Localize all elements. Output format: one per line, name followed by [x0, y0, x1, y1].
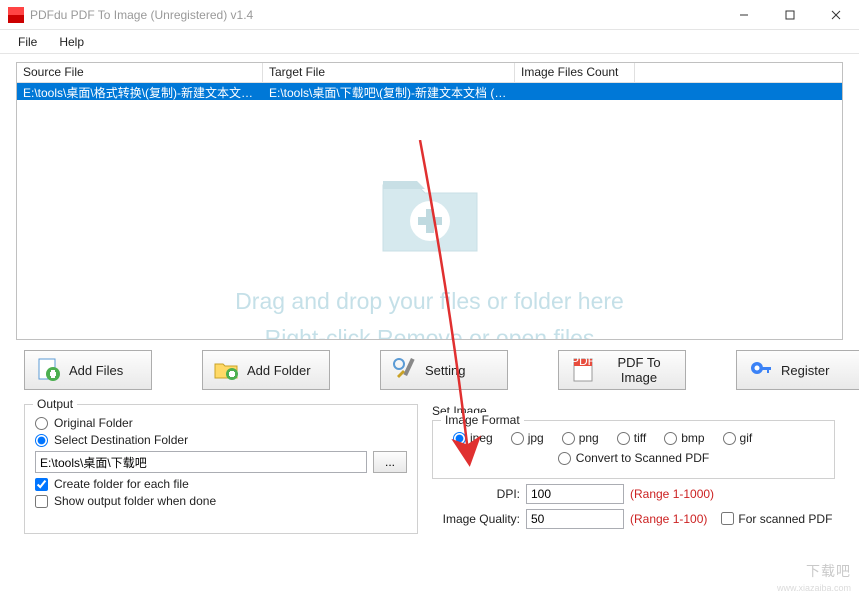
add-folder-icon — [213, 356, 241, 384]
check-for-scanned[interactable]: For scanned PDF — [721, 512, 832, 526]
cell-target: E:\tools\桌面\下载吧\(复制)-新建文本文档 (2... — [263, 83, 515, 100]
check-show-folder[interactable]: Show output folder when done — [35, 494, 407, 508]
radio-select-input[interactable] — [35, 434, 48, 447]
check-create-folder[interactable]: Create folder for each file — [35, 477, 407, 491]
add-folder-label: Add Folder — [247, 363, 311, 378]
radio-original-folder[interactable]: Original Folder — [35, 416, 407, 430]
radio-png[interactable]: png — [562, 431, 599, 445]
dest-path-input[interactable] — [35, 451, 367, 473]
format-legend: Image Format — [441, 413, 524, 427]
titlebar: PDFdu PDF To Image (Unregistered) v1.4 — [0, 0, 859, 30]
dpi-range: (Range 1-1000) — [630, 487, 714, 501]
setting-icon — [391, 356, 419, 384]
file-list[interactable]: Source File Target File Image Files Coun… — [16, 62, 843, 340]
radio-original-input[interactable] — [35, 417, 48, 430]
close-button[interactable] — [813, 0, 859, 29]
dpi-label: DPI: — [432, 487, 520, 501]
quality-range: (Range 1-100) — [630, 512, 707, 526]
pdf-to-image-label: PDF To Image — [603, 355, 675, 385]
add-files-icon — [35, 356, 63, 384]
check-for-scanned-input[interactable] — [721, 512, 734, 525]
check-for-scanned-label: For scanned PDF — [738, 512, 832, 526]
menubar: File Help — [0, 30, 859, 54]
radio-convert-scanned[interactable]: Convert to Scanned PDF — [558, 451, 709, 465]
menu-help[interactable]: Help — [49, 32, 94, 52]
radio-original-label: Original Folder — [54, 416, 133, 430]
radio-select-label: Select Destination Folder — [54, 433, 188, 447]
output-legend: Output — [33, 397, 77, 411]
watermark-sub: www.xiazaiba.com — [777, 583, 851, 593]
window-title: PDFdu PDF To Image (Unregistered) v1.4 — [30, 8, 721, 22]
check-create-input[interactable] — [35, 478, 48, 491]
cell-source: E:\tools\桌面\格式转换\(复制)-新建文本文档 ... — [17, 83, 263, 100]
browse-button[interactable]: ... — [373, 451, 407, 473]
quality-input[interactable] — [526, 509, 624, 529]
setting-label: Setting — [425, 363, 465, 378]
check-show-input[interactable] — [35, 495, 48, 508]
header-target[interactable]: Target File — [263, 63, 515, 82]
maximize-button[interactable] — [767, 0, 813, 29]
output-group: Output Original Folder Select Destinatio… — [24, 404, 418, 534]
menu-file[interactable]: File — [8, 32, 47, 52]
add-files-button[interactable]: Add Files — [24, 350, 152, 390]
drop-hint-line1: Drag and drop your files or folder here — [17, 283, 842, 320]
table-row[interactable]: E:\tools\桌面\格式转换\(复制)-新建文本文档 ... E:\tool… — [17, 83, 842, 100]
check-create-label: Create folder for each file — [54, 477, 189, 491]
radio-tiff[interactable]: tiff — [617, 431, 646, 445]
quality-label: Image Quality: — [432, 512, 520, 526]
drop-hint: Drag and drop your files or folder here … — [17, 283, 842, 340]
pdf-to-image-button[interactable]: PDF PDF To Image — [558, 350, 686, 390]
register-label: Register — [781, 363, 829, 378]
file-list-header: Source File Target File Image Files Coun… — [17, 63, 842, 83]
toolbar: Add Files Add Folder Setting PDF PDF To … — [16, 340, 843, 404]
cell-count — [515, 83, 635, 100]
watermark: 下载吧 — [806, 561, 851, 581]
radio-jpg[interactable]: jpg — [511, 431, 544, 445]
radio-select-dest[interactable]: Select Destination Folder — [35, 433, 407, 447]
radio-jpeg[interactable]: jpeg — [453, 431, 493, 445]
add-files-label: Add Files — [69, 363, 123, 378]
set-image-group: Set Image Image Format jpeg jpg png tiff… — [432, 404, 835, 534]
image-format-group: Image Format jpeg jpg png tiff bmp gif C… — [432, 420, 835, 479]
pdf-icon: PDF — [569, 356, 597, 384]
drop-folder-icon — [375, 163, 485, 263]
svg-text:PDF: PDF — [571, 356, 595, 368]
header-source[interactable]: Source File — [17, 63, 263, 82]
app-icon — [8, 7, 24, 23]
header-count[interactable]: Image Files Count — [515, 63, 635, 82]
minimize-button[interactable] — [721, 0, 767, 29]
radio-gif[interactable]: gif — [723, 431, 753, 445]
drop-hint-line2: Right-click Remove or open files — [17, 320, 842, 340]
register-button[interactable]: Register — [736, 350, 859, 390]
dpi-input[interactable] — [526, 484, 624, 504]
register-icon — [747, 356, 775, 384]
setting-button[interactable]: Setting — [380, 350, 508, 390]
radio-bmp[interactable]: bmp — [664, 431, 704, 445]
add-folder-button[interactable]: Add Folder — [202, 350, 330, 390]
check-show-label: Show output folder when done — [54, 494, 216, 508]
